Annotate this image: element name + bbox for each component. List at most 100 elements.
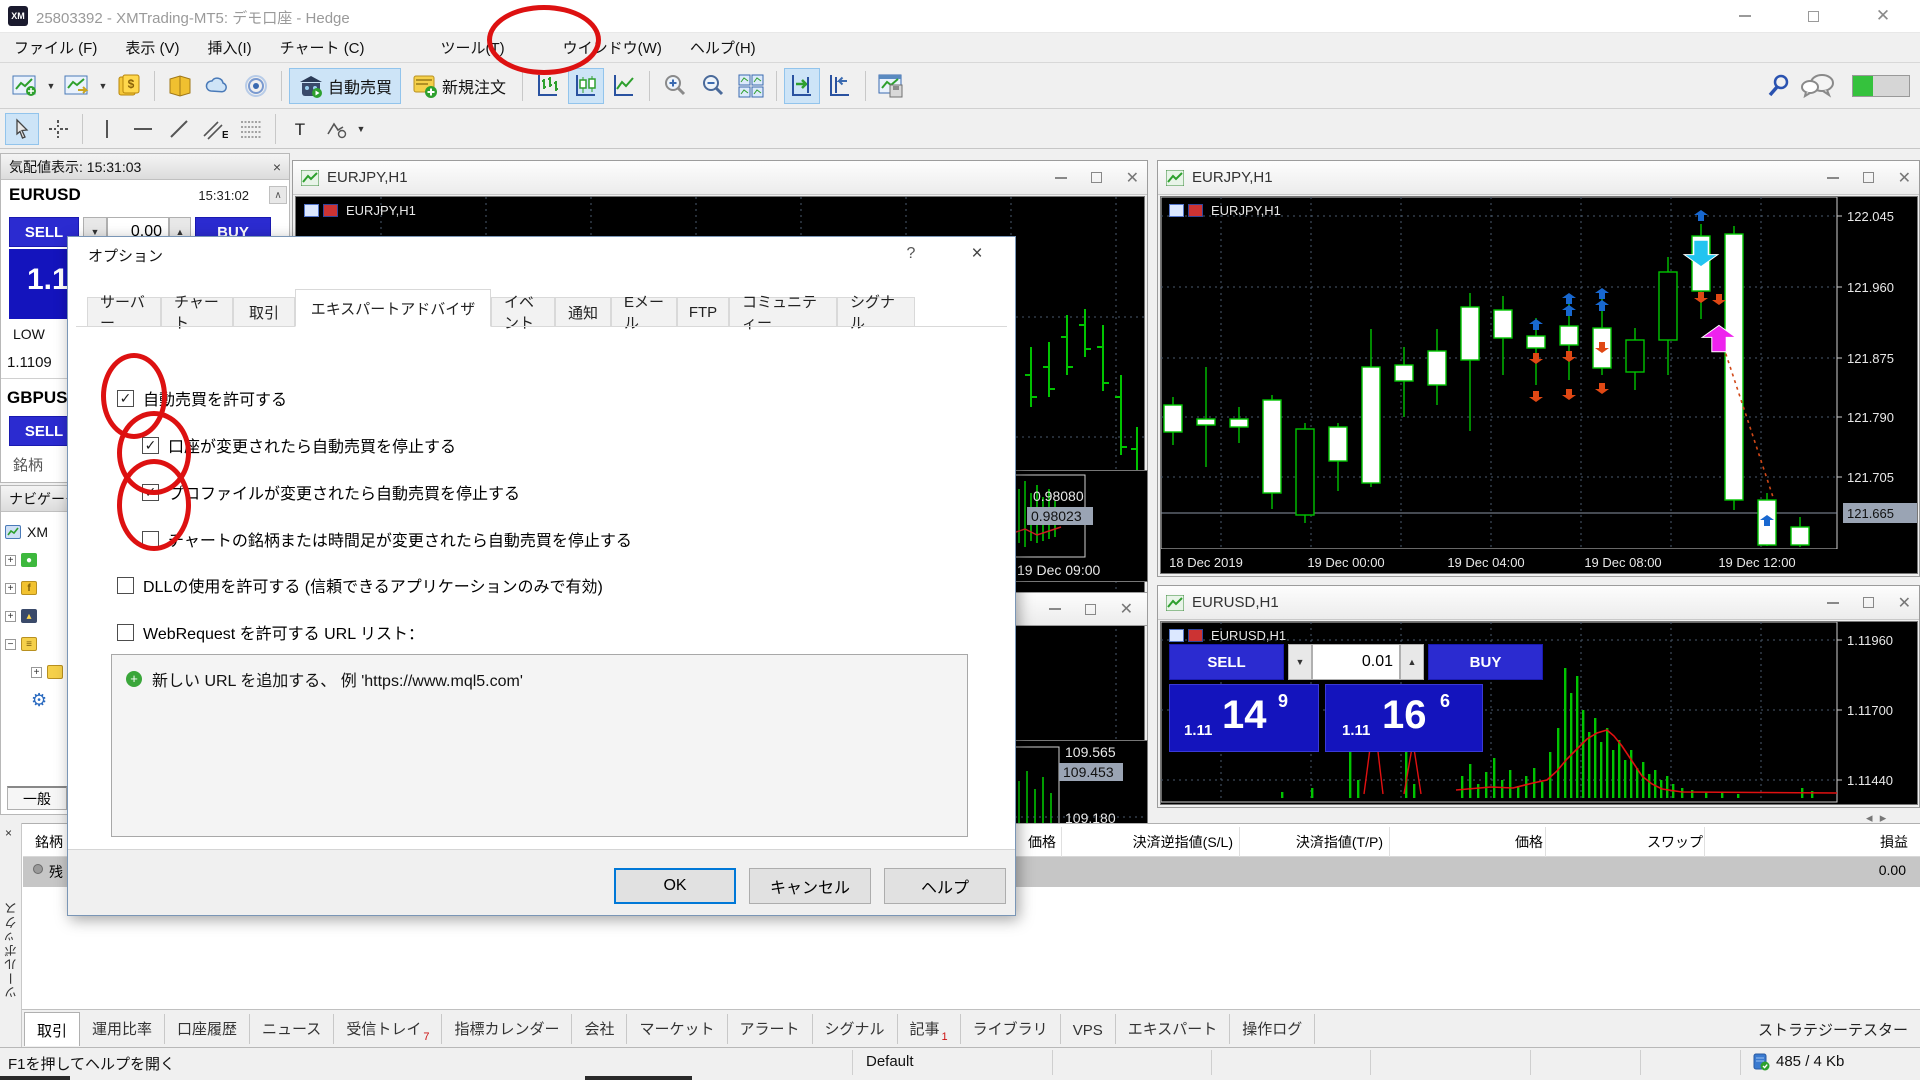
eurusd-volume-up[interactable]: ▲	[1400, 644, 1424, 680]
close-icon[interactable]: ✕	[1898, 593, 1911, 613]
close-icon[interactable]: ✕	[1126, 168, 1139, 188]
market-watch-close-icon[interactable]: ×	[273, 159, 281, 175]
shapes-caret[interactable]: ▼	[354, 111, 368, 147]
window-maximize-button[interactable]	[1790, 0, 1836, 32]
ohlc-popup-icon[interactable]	[1169, 629, 1184, 642]
history-button[interactable]	[162, 68, 198, 104]
eurusd-volume-input[interactable]: 0.01	[1312, 644, 1400, 680]
menu-help[interactable]: ヘルプ(H)	[676, 33, 770, 63]
tab-vps[interactable]: VPS	[1061, 1014, 1116, 1044]
minimize-icon[interactable]	[1049, 608, 1061, 610]
checkbox-box[interactable]: ✓	[117, 390, 134, 407]
expand-icon[interactable]: +	[5, 583, 16, 594]
expand-icon[interactable]: +	[31, 667, 42, 678]
tab-events[interactable]: イベント	[491, 297, 555, 327]
eurusd-titlebar[interactable]: EURUSD,H1 ✕	[1158, 586, 1919, 620]
templates-button[interactable]	[873, 68, 909, 104]
checkbox-disable-on-chart-change[interactable]: チャートの銘柄または時間足が変更されたら自動売買を停止する	[142, 527, 632, 551]
eurjpy-titlebar[interactable]: EURJPY,H1 ✕	[1158, 161, 1919, 195]
navigator-general-tab[interactable]: 一般	[7, 786, 67, 810]
expand-icon[interactable]: +	[5, 555, 16, 566]
window-minimize-button[interactable]	[1722, 0, 1768, 32]
close-icon[interactable]: ✕	[1898, 168, 1911, 188]
signals-button[interactable]	[238, 68, 274, 104]
mid-chart-titlebar[interactable]: EURJPY,H1 ✕	[293, 161, 1147, 195]
minimize-icon[interactable]	[1827, 602, 1839, 604]
options-dialog-titlebar[interactable]: オプション	[68, 237, 1015, 273]
maximize-icon[interactable]	[1085, 604, 1096, 615]
minimize-icon[interactable]	[1055, 177, 1067, 179]
strategy-tester-label[interactable]: ストラテジーテスター	[1758, 1019, 1908, 1040]
tab-journal[interactable]: 操作ログ	[1230, 1014, 1315, 1044]
menu-file[interactable]: ファイル (F)	[0, 33, 111, 63]
zoom-out-button[interactable]	[695, 68, 731, 104]
tab-trade[interactable]: 取引	[233, 297, 295, 327]
webrequest-url-list[interactable]: + 新しい URL を追加する、 例 'https://www.mql5.com…	[111, 654, 968, 837]
checkbox-box[interactable]	[142, 531, 159, 548]
tab-ftp[interactable]: FTP	[677, 297, 729, 327]
bar-chart-mode-button[interactable]	[530, 68, 566, 104]
tab-mailbox[interactable]: 受信トレイ7	[334, 1014, 442, 1044]
text-tool-button[interactable]: T	[283, 113, 317, 145]
tab-history[interactable]: 口座履歴	[165, 1014, 250, 1044]
tab-news[interactable]: ニュース	[250, 1014, 334, 1044]
tab-exposure[interactable]: 運用比率	[80, 1014, 165, 1044]
tab-alerts[interactable]: アラート	[728, 1014, 813, 1044]
zoom-in-button[interactable]	[657, 68, 693, 104]
expand-icon[interactable]: +	[5, 611, 16, 622]
chat-button[interactable]	[1799, 68, 1837, 104]
add-url-row[interactable]: + 新しい URL を追加する、 例 'https://www.mql5.com…	[126, 667, 523, 691]
checkbox-box[interactable]: ✓	[142, 437, 159, 454]
ok-button[interactable]: OK	[614, 868, 736, 904]
menu-tools[interactable]: ツール(T)	[427, 33, 519, 63]
eurusd-sell-price-panel[interactable]: 1.11 14 9	[1169, 684, 1319, 752]
auto-scroll-button[interactable]	[784, 68, 820, 104]
chart-shift-button[interactable]	[822, 68, 858, 104]
dialog-close-button[interactable]: ×	[960, 243, 994, 267]
equidistant-channel-tool-button[interactable]: E	[198, 113, 232, 145]
fibonacci-tool-button[interactable]	[234, 113, 268, 145]
menu-window[interactable]: ウインドウ(W)	[549, 33, 676, 63]
tab-signals[interactable]: シグナル	[837, 297, 915, 327]
checkbox-box[interactable]: ✓	[142, 484, 159, 501]
tab-notifications[interactable]: 通知	[555, 297, 611, 327]
tab-company[interactable]: 会社	[572, 1014, 627, 1044]
new-chart-caret[interactable]: ▼	[44, 68, 58, 104]
checkbox-box[interactable]	[117, 577, 134, 594]
cursor-tool-button[interactable]	[5, 113, 39, 145]
checkbox-allow-autotrade[interactable]: ✓ 自動売買を許可する	[117, 386, 287, 410]
tab-articles[interactable]: 記事1	[898, 1014, 961, 1044]
new-order-button[interactable]: 新規注文	[403, 68, 515, 104]
maximize-icon[interactable]	[1863, 172, 1874, 183]
maximize-icon[interactable]	[1091, 172, 1102, 183]
checkbox-allow-dll[interactable]: DLLの使用を許可する (信頼できるアプリケーションのみで有効)	[117, 573, 603, 597]
checkbox-box[interactable]	[117, 624, 134, 641]
tab-market[interactable]: マーケット	[627, 1014, 727, 1044]
minimize-icon[interactable]	[1827, 177, 1839, 179]
menu-insert[interactable]: 挿入(I)	[194, 33, 266, 63]
candlestick-mode-button[interactable]	[568, 68, 604, 104]
toolbox-close-icon[interactable]: ×	[5, 826, 12, 840]
one-click-trading-icon[interactable]	[1188, 204, 1203, 217]
vertical-line-tool-button[interactable]	[90, 113, 124, 145]
eurusd-buy-button[interactable]: BUY	[1428, 644, 1543, 680]
ohlc-popup-icon[interactable]	[304, 204, 319, 217]
menu-chart[interactable]: チャート (C)	[266, 33, 379, 63]
cloud-button[interactable]	[200, 68, 236, 104]
tab-trade[interactable]: 取引	[24, 1012, 80, 1046]
eurusd-sell-button[interactable]: SELL	[1169, 644, 1284, 680]
tab-signals[interactable]: シグナル	[813, 1014, 898, 1044]
scroll-up-icon[interactable]: ∧	[269, 186, 287, 204]
tab-charts[interactable]: チャート	[161, 297, 233, 327]
mw-symbols-tab[interactable]: 銘柄	[13, 454, 43, 475]
help-button[interactable]: ヘルプ	[884, 868, 1006, 904]
close-icon[interactable]: ✕	[1120, 599, 1133, 619]
search-button[interactable]	[1761, 68, 1797, 104]
status-profile[interactable]: Default	[866, 1053, 914, 1070]
profiles-caret[interactable]: ▼	[96, 68, 110, 104]
tab-email[interactable]: Eメール	[611, 297, 677, 327]
window-close-button[interactable]: ✕	[1860, 0, 1906, 32]
tab-expert-advisors[interactable]: エキスパートアドバイザ	[295, 289, 491, 327]
one-click-trading-icon[interactable]	[323, 204, 338, 217]
checkbox-disable-on-profile-change[interactable]: ✓ プロファイルが変更されたら自動売買を停止する	[142, 480, 520, 504]
